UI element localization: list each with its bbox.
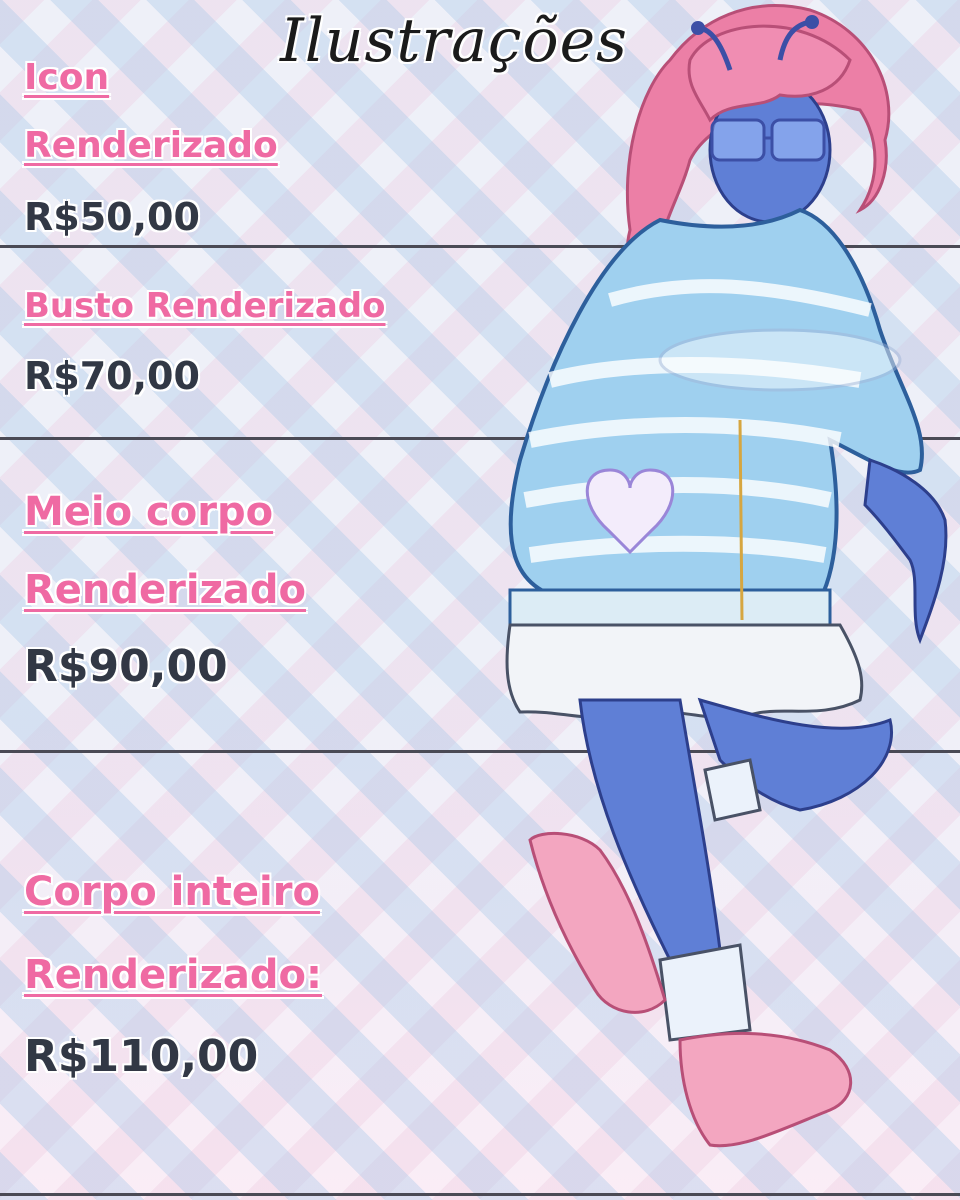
tier-busto-price: R$70,00 xyxy=(24,354,200,398)
tier-meio-corpo-price: R$90,00 xyxy=(24,641,228,692)
tier-busto-label: Busto Renderizado xyxy=(24,286,386,326)
arm-right xyxy=(863,457,948,645)
tier-corpo-inteiro-label-line2: Renderizado: xyxy=(24,952,322,998)
tier-icon-price: R$50,00 xyxy=(24,195,200,239)
tier-corpo-inteiro-label-line1: Corpo inteiro xyxy=(24,869,320,915)
tier-icon-label-line2: Renderizado xyxy=(24,125,278,166)
tier-corpo-inteiro-price: R$110,00 xyxy=(24,1031,259,1082)
tier-meio-corpo-label-line2: Renderizado xyxy=(24,567,306,613)
skirt xyxy=(505,623,864,720)
tier-meio-corpo-label-line1: Meio corpo xyxy=(24,489,274,535)
commission-sheet: Ilustrações Icon Renderizado R$50,00 Bus… xyxy=(0,0,960,1200)
watermark xyxy=(658,328,902,392)
tier-icon-label-line1: Icon xyxy=(24,57,110,98)
sweater xyxy=(508,207,924,627)
character-illustration xyxy=(505,4,948,1148)
